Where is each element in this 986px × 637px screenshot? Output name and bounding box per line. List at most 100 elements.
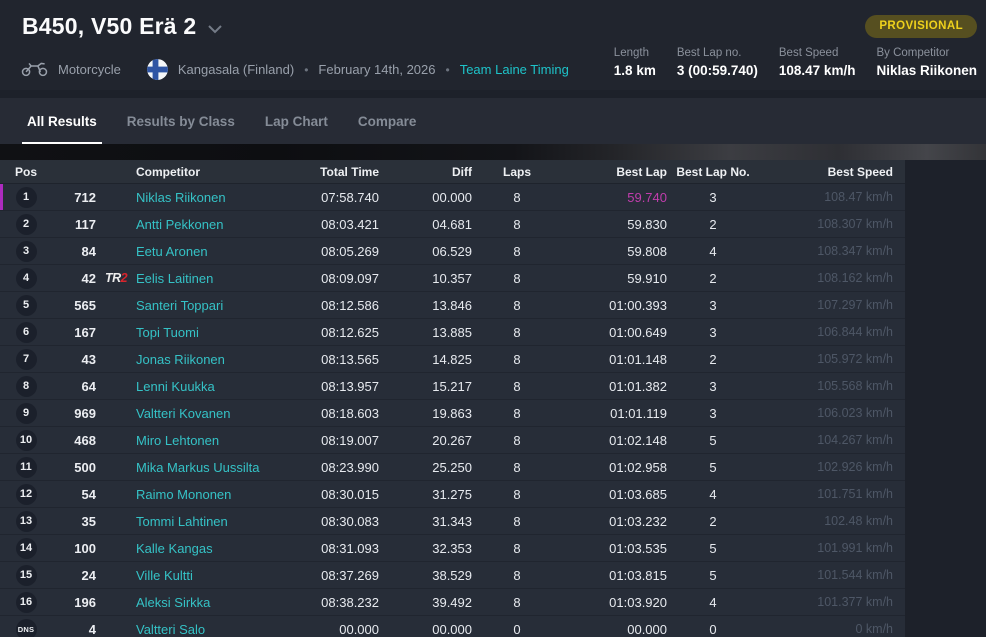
best-speed-cell: 108.307 km/h xyxy=(759,217,893,231)
position-badge: 3 xyxy=(16,241,37,262)
position-badge: DNS xyxy=(16,619,37,637)
position-badge: 9 xyxy=(16,403,37,424)
date-label: February 14th, 2026 xyxy=(318,62,435,77)
tab-lap-chart[interactable]: Lap Chart xyxy=(250,98,343,144)
diff-cell: 13.885 xyxy=(379,325,472,340)
table-row[interactable]: 6167Topi Tuomi08:12.62513.885801:00.6493… xyxy=(0,319,905,346)
table-header-row: PosCompetitorTotal TimeDiffLapsBest LapB… xyxy=(0,160,905,184)
competitor-name-link[interactable]: Kalle Kangas xyxy=(136,541,261,556)
table-row[interactable]: 743Jonas Riikonen08:13.56514.825801:01.1… xyxy=(0,346,905,373)
table-row[interactable]: 14100Kalle Kangas08:31.09332.353801:03.5… xyxy=(0,535,905,562)
pos-cell: 16 xyxy=(0,592,52,613)
chevron-down-icon[interactable] xyxy=(208,21,222,39)
competitor-number: 24 xyxy=(52,568,96,583)
competitor-number: 4 xyxy=(52,622,96,637)
stat-value: 108.47 km/h xyxy=(779,63,856,78)
best-lap-no-cell: 5 xyxy=(667,568,759,583)
competitor-name-link[interactable]: Raimo Mononen xyxy=(136,487,261,502)
competitor-name-link[interactable]: Ville Kultti xyxy=(136,568,261,583)
table-row[interactable]: 10468Miro Lehtonen08:19.00720.267801:02.… xyxy=(0,427,905,454)
table-row[interactable]: 1524Ville Kultti08:37.26938.529801:03.81… xyxy=(0,562,905,589)
competitor-name-link[interactable]: Miro Lehtonen xyxy=(136,433,261,448)
table-row[interactable]: 1335Tommi Lahtinen08:30.08331.343801:03.… xyxy=(0,508,905,535)
table-row[interactable]: 5565Santeri Toppari08:12.58613.846801:00… xyxy=(0,292,905,319)
best-lap-cell: 01:00.393 xyxy=(562,298,667,313)
stat-best-lap-no: Best Lap no.3 (00:59.740) xyxy=(677,47,758,78)
competitor-name-link[interactable]: Mika Markus Uussilta xyxy=(136,460,261,475)
finland-flag-icon xyxy=(147,59,168,80)
total-time-cell: 08:30.015 xyxy=(261,487,379,502)
best-lap-no-cell: 5 xyxy=(667,433,759,448)
tab-all-results[interactable]: All Results xyxy=(12,98,112,144)
position-badge: 16 xyxy=(16,592,37,613)
table-row[interactable]: 1254Raimo Mononen08:30.01531.275801:03.6… xyxy=(0,481,905,508)
position-badge: 11 xyxy=(16,457,37,478)
position-badge: 14 xyxy=(16,538,37,559)
table-row[interactable]: 11500Mika Markus Uussilta08:23.99025.250… xyxy=(0,454,905,481)
competitor-number: 196 xyxy=(52,595,96,610)
stat-by-competitor: By CompetitorNiklas Riikonen xyxy=(876,47,977,78)
event-meta: Motorcycle Kangasala (Finland) • Februar… xyxy=(21,59,569,80)
competitor-name-link[interactable]: Niklas Riikonen xyxy=(136,190,261,205)
best-lap-no-cell: 2 xyxy=(667,271,759,286)
competitor-name-link[interactable]: Tommi Lahtinen xyxy=(136,514,261,529)
competitor-name-link[interactable]: Eelis Laitinen xyxy=(136,271,261,286)
competitor-name-link[interactable]: Antti Pekkonen xyxy=(136,217,261,232)
best-speed-cell: 106.844 km/h xyxy=(759,325,893,339)
table-row[interactable]: 16196Aleksi Sirkka08:38.23239.492801:03.… xyxy=(0,589,905,616)
position-badge: 7 xyxy=(16,349,37,370)
table-row[interactable]: 1712Niklas Riikonen07:58.74000.000859.74… xyxy=(0,184,905,211)
best-lap-cell: 01:01.148 xyxy=(562,352,667,367)
position-badge: 13 xyxy=(16,511,37,532)
total-time-cell: 08:13.957 xyxy=(261,379,379,394)
competitor-number: 500 xyxy=(52,460,96,475)
page-title: B450, V50 Erä 2 xyxy=(22,13,196,40)
position-badge: 15 xyxy=(16,565,37,586)
tab-compare[interactable]: Compare xyxy=(343,98,432,144)
pos-cell: 9 xyxy=(0,403,52,424)
diff-cell: 10.357 xyxy=(379,271,472,286)
diff-cell: 15.217 xyxy=(379,379,472,394)
pos-cell: 6 xyxy=(0,322,52,343)
table-row[interactable]: 864Lenni Kuukka08:13.95715.217801:01.382… xyxy=(0,373,905,400)
best-lap-cell: 01:03.920 xyxy=(562,595,667,610)
best-lap-cell: 59.808 xyxy=(562,244,667,259)
table-row[interactable]: 384Eetu Aronen08:05.26906.529859.8084108… xyxy=(0,238,905,265)
competitor-name-link[interactable]: Jonas Riikonen xyxy=(136,352,261,367)
competitor-name-link[interactable]: Eetu Aronen xyxy=(136,244,261,259)
diff-cell: 38.529 xyxy=(379,568,472,583)
competitor-number: 42 xyxy=(52,271,96,286)
banner-strip: All ResultsResults by ClassLap ChartComp… xyxy=(0,98,986,160)
best-lap-no-cell: 3 xyxy=(667,190,759,205)
table-row[interactable]: 9969Valtteri Kovanen08:18.60319.863801:0… xyxy=(0,400,905,427)
laps-cell: 8 xyxy=(472,217,562,232)
table-row[interactable]: 2117Antti Pekkonen08:03.42104.681859.830… xyxy=(0,211,905,238)
column-header-competitor: Competitor xyxy=(136,165,261,179)
table-row[interactable]: 442TR2Eelis Laitinen08:09.09710.357859.9… xyxy=(0,265,905,292)
pos-cell: 14 xyxy=(0,538,52,559)
best-lap-no-cell: 4 xyxy=(667,595,759,610)
competitor-name-link[interactable]: Valtteri Salo xyxy=(136,622,261,637)
total-time-cell: 08:09.097 xyxy=(261,271,379,286)
laps-cell: 8 xyxy=(472,298,562,313)
pos-cell: 13 xyxy=(0,511,52,532)
total-time-cell: 08:30.083 xyxy=(261,514,379,529)
best-lap-cell: 01:03.232 xyxy=(562,514,667,529)
competitor-number: 117 xyxy=(52,217,96,232)
diff-cell: 14.825 xyxy=(379,352,472,367)
competitor-number: 64 xyxy=(52,379,96,394)
laps-cell: 0 xyxy=(472,622,562,637)
best-lap-cell: 01:02.958 xyxy=(562,460,667,475)
tab-results-by-class[interactable]: Results by Class xyxy=(112,98,250,144)
table-row[interactable]: DNS4Valtteri Salo00.00000.000000.00000 k… xyxy=(0,616,905,637)
competitor-name-link[interactable]: Topi Tuomi xyxy=(136,325,261,340)
timing-provider-link[interactable]: Team Laine Timing xyxy=(460,62,569,77)
total-time-cell: 08:12.625 xyxy=(261,325,379,340)
competitor-name-link[interactable]: Santeri Toppari xyxy=(136,298,261,313)
best-speed-cell: 108.47 km/h xyxy=(759,190,893,204)
best-lap-no-cell: 3 xyxy=(667,406,759,421)
total-time-cell: 00.000 xyxy=(261,622,379,637)
competitor-name-link[interactable]: Lenni Kuukka xyxy=(136,379,261,394)
competitor-name-link[interactable]: Valtteri Kovanen xyxy=(136,406,261,421)
competitor-name-link[interactable]: Aleksi Sirkka xyxy=(136,595,261,610)
